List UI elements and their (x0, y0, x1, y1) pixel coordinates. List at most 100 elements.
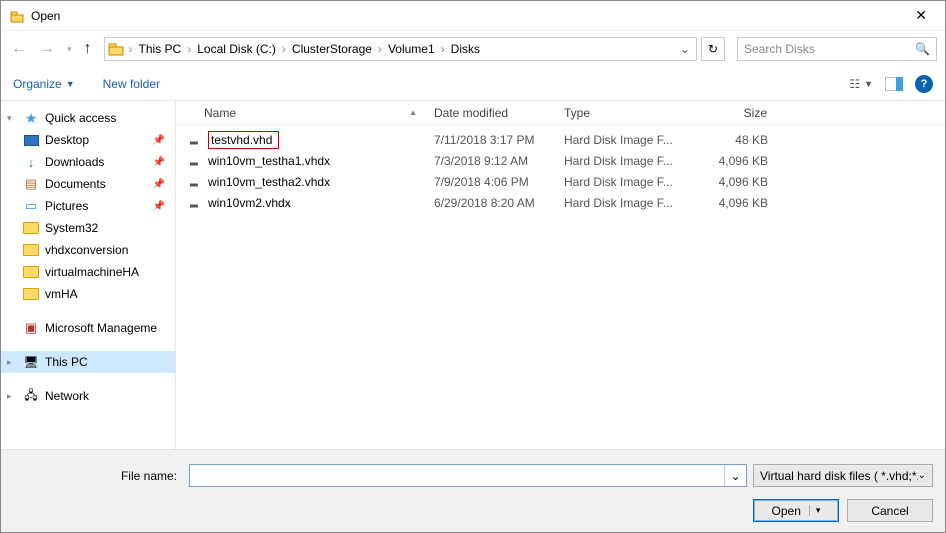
folder-icon (105, 42, 127, 56)
new-folder-button[interactable]: New folder (103, 77, 160, 91)
organize-menu[interactable]: Organize ▼ (13, 77, 75, 91)
help-icon[interactable]: ? (915, 75, 933, 93)
chevron-right-icon[interactable]: › (376, 42, 384, 56)
file-row[interactable]: win10vm_testha2.vhdx7/9/2018 4:06 PMHard… (176, 171, 945, 192)
file-row[interactable]: testvhd.vhd7/11/2018 3:17 PMHard Disk Im… (176, 129, 945, 150)
nav-arrows: ← → ▾ ↑ (9, 40, 94, 58)
chevron-right-icon[interactable]: › (439, 42, 447, 56)
file-date: 7/9/2018 4:06 PM (426, 175, 556, 189)
folder-icon (23, 242, 39, 258)
filename-combobox[interactable]: ⌄ (189, 464, 747, 487)
breadcrumb-segment[interactable]: This PC (135, 42, 186, 56)
disk-icon (186, 153, 202, 169)
open-button[interactable]: Open ▾ (753, 499, 839, 522)
address-dropdown-icon[interactable]: ⌄ (674, 42, 696, 56)
column-name[interactable]: Name▲ (176, 106, 426, 120)
tree-desktop[interactable]: Desktop📌 (1, 129, 175, 151)
app-icon (9, 8, 25, 24)
chevron-right-icon[interactable]: › (280, 42, 288, 56)
disk-icon (186, 132, 202, 148)
pin-icon: 📌 (153, 157, 165, 168)
disk-icon (186, 195, 202, 211)
chevron-down-icon: ▼ (66, 79, 75, 89)
search-placeholder: Search Disks (744, 42, 815, 56)
file-date: 7/11/2018 3:17 PM (426, 133, 556, 147)
tree-vhdxconversion[interactable]: vhdxconversion (1, 239, 175, 261)
folder-icon (23, 220, 39, 236)
breadcrumb-segment[interactable]: Volume1 (384, 42, 439, 56)
column-type[interactable]: Type (556, 106, 686, 120)
split-chevron-icon: ▾ (809, 505, 821, 516)
up-icon[interactable]: ↑ (82, 40, 94, 58)
expand-icon[interactable]: ▾ (7, 113, 12, 124)
breadcrumb-segment[interactable]: ClusterStorage (288, 42, 376, 56)
pin-icon: 📌 (153, 179, 165, 190)
file-name: win10vm_testha1.vhdx (208, 154, 330, 168)
file-name: testvhd.vhd (208, 131, 279, 149)
view-menu[interactable]: ☷ ▼ (849, 77, 873, 91)
column-date[interactable]: Date modified (426, 106, 556, 120)
chevron-right-icon[interactable]: › (185, 42, 193, 56)
toolbar: Organize ▼ New folder ☷ ▼ ? (1, 67, 945, 101)
refresh-icon: ↻ (708, 42, 718, 56)
expand-icon[interactable]: ▸ (7, 391, 12, 402)
view-icon: ☷ (849, 77, 860, 91)
network-icon (23, 388, 39, 404)
breadcrumb-segment[interactable]: Disks (447, 42, 484, 56)
body: ▾Quick access Desktop📌 Downloads📌 Docume… (1, 101, 945, 449)
file-size: 4,096 KB (686, 154, 776, 168)
mmc-icon (23, 320, 39, 336)
documents-icon (23, 176, 39, 192)
pictures-icon (23, 198, 39, 214)
tree-vmha[interactable]: vmHA (1, 283, 175, 305)
recent-dropdown-icon[interactable]: ▾ (65, 44, 74, 55)
chevron-right-icon[interactable]: › (127, 42, 135, 56)
filename-dropdown-icon[interactable]: ⌄ (724, 465, 746, 486)
forward-icon[interactable]: → (37, 40, 57, 58)
file-type: Hard Disk Image F... (556, 196, 686, 210)
folder-icon (23, 264, 39, 280)
back-icon[interactable]: ← (9, 40, 29, 58)
star-icon (23, 110, 39, 126)
column-size[interactable]: Size (686, 106, 776, 120)
pc-icon (23, 354, 39, 370)
tree-documents[interactable]: Documents📌 (1, 173, 175, 195)
filename-input[interactable] (190, 465, 724, 486)
file-row[interactable]: win10vm_testha1.vhdx 7/3/2018 9:12 AMHard… (176, 150, 945, 171)
chevron-down-icon: ⌄ (918, 470, 926, 481)
preview-pane-button[interactable] (885, 77, 903, 91)
file-size: 48 KB (686, 133, 776, 147)
breadcrumb-segment[interactable]: Local Disk (C:) (193, 42, 280, 56)
tree-pictures[interactable]: Pictures📌 (1, 195, 175, 217)
file-rows: testvhd.vhd7/11/2018 3:17 PMHard Disk Im… (176, 125, 945, 449)
refresh-button[interactable]: ↻ (701, 37, 725, 61)
tree-this-pc[interactable]: ▸This PC (1, 351, 175, 373)
window-title: Open (31, 9, 905, 23)
file-size: 4,096 KB (686, 175, 776, 189)
file-row[interactable]: win10vm2.vhdx 6/29/2018 8:20 AMHard Disk … (176, 192, 945, 213)
tree-quick-access[interactable]: ▾Quick access (1, 107, 175, 129)
tree-virtualmachineha[interactable]: virtualmachineHA (1, 261, 175, 283)
tree-system32[interactable]: System32 (1, 217, 175, 239)
open-dialog: Open ✕ ← → ▾ ↑ › This PC › Local Disk (C… (0, 0, 946, 533)
file-date: 6/29/2018 8:20 AM (426, 196, 556, 210)
folder-icon (23, 286, 39, 302)
filename-row: File name: ⌄ Virtual hard disk files ( *… (13, 464, 933, 487)
tree-mmc[interactable]: Microsoft Manageme (1, 317, 175, 339)
tree-downloads[interactable]: Downloads📌 (1, 151, 175, 173)
search-input[interactable]: Search Disks 🔍 (737, 37, 937, 61)
pin-icon: 📌 (153, 135, 165, 146)
expand-icon[interactable]: ▸ (7, 357, 12, 368)
close-icon[interactable]: ✕ (905, 3, 937, 28)
file-type: Hard Disk Image F... (556, 154, 686, 168)
address-bar[interactable]: › This PC › Local Disk (C:) › ClusterSto… (104, 37, 697, 61)
chevron-down-icon: ▼ (864, 79, 873, 89)
file-type-filter[interactable]: Virtual hard disk files ( *.vhd;*. ⌄ (753, 464, 933, 487)
cancel-button[interactable]: Cancel (847, 499, 933, 522)
navigation-tree: ▾Quick access Desktop📌 Downloads📌 Docume… (1, 101, 176, 449)
tree-network[interactable]: ▸Network (1, 385, 175, 407)
column-headers: Name▲ Date modified Type Size (176, 101, 945, 125)
file-name: win10vm2.vhdx (208, 196, 291, 210)
button-row: Open ▾ Cancel (13, 499, 933, 522)
file-date: 7/3/2018 9:12 AM (426, 154, 556, 168)
